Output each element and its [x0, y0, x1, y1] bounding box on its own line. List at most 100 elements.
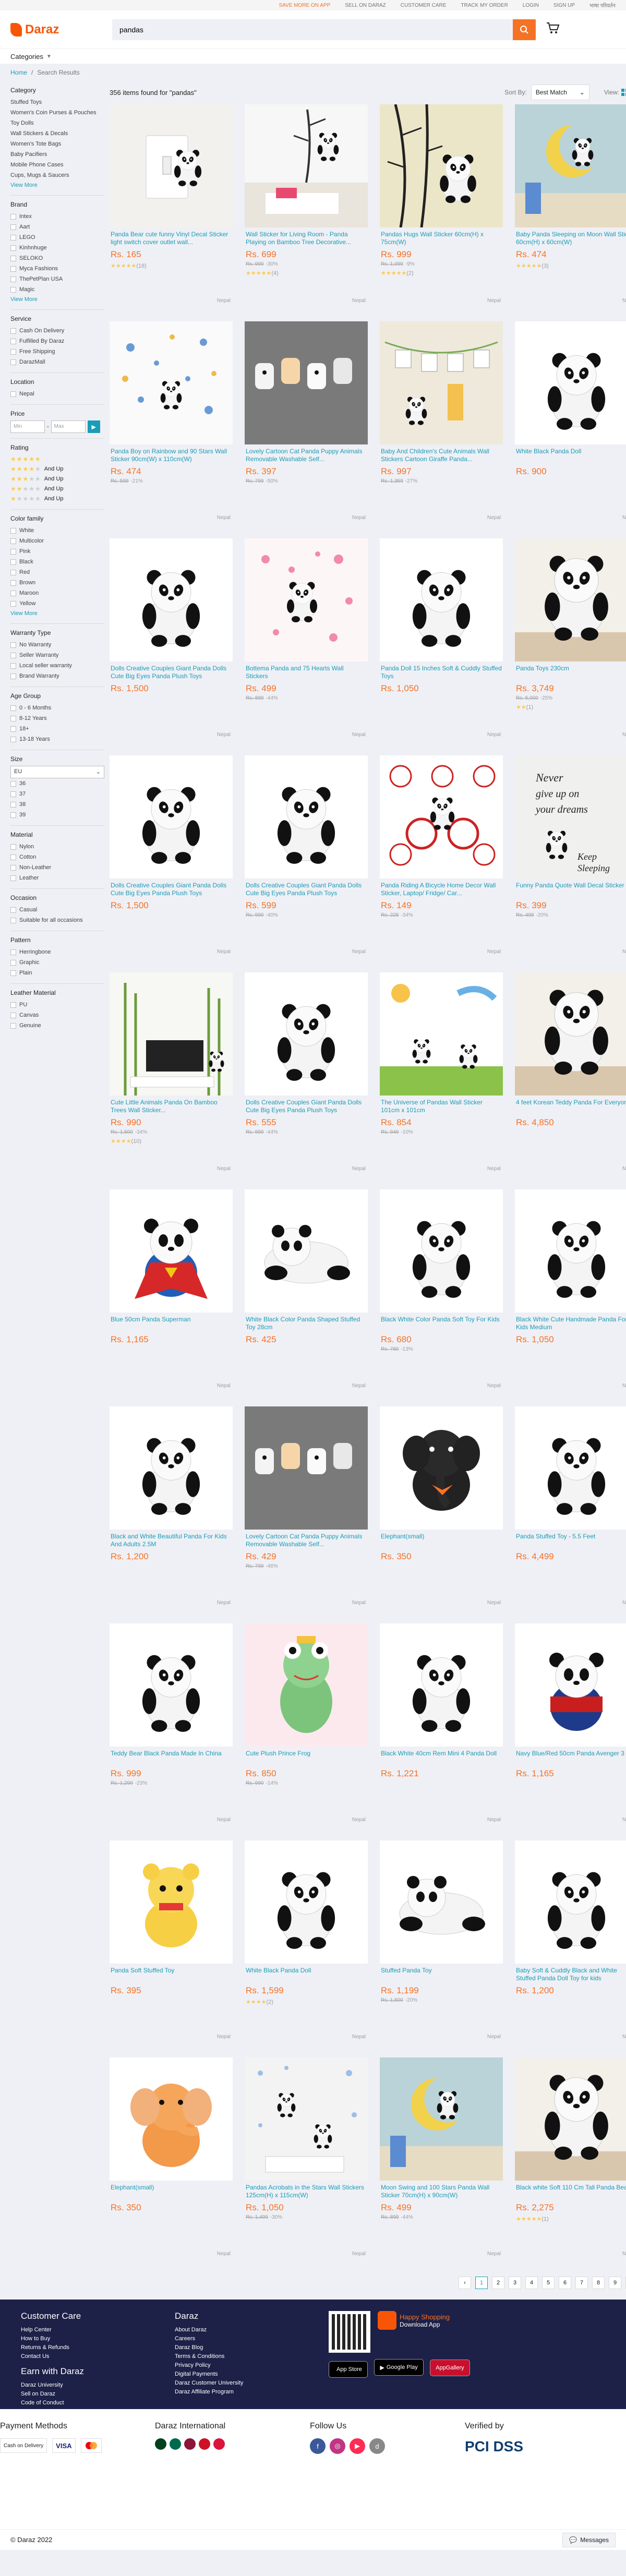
cart-button[interactable] — [546, 22, 560, 37]
product-image[interactable] — [515, 1189, 626, 1313]
product-card[interactable]: White Black Panda Doll Rs. 900 Nepal — [515, 321, 626, 530]
rating-filter-option[interactable]: ★★★★★ And Up — [10, 484, 104, 494]
page-6-button[interactable]: 6 — [559, 2277, 571, 2289]
product-image[interactable] — [380, 972, 503, 1096]
product-card[interactable]: Panda Toys 230cm Rs. 3,749 Rs. 5,000 -25% ★★… — [515, 538, 626, 747]
search-input[interactable] — [112, 19, 513, 40]
rating-filter-option[interactable]: ★★★★★ And Up — [10, 494, 104, 504]
product-title[interactable]: Cute Little Animals Panda On Bamboo Tree… — [111, 1099, 232, 1114]
page-4-button[interactable]: 4 — [525, 2277, 538, 2289]
product-card[interactable]: Dolls Creative Couples Giant Panda Dolls… — [110, 538, 233, 747]
product-card[interactable]: Black White Color Panda Soft Toy For Kid… — [380, 1189, 503, 1398]
product-image[interactable] — [515, 1623, 626, 1747]
pakistan-flag-icon[interactable] — [155, 2438, 166, 2450]
product-card[interactable]: Black White Cute Handmade Panda For Kids… — [515, 1189, 626, 1398]
product-title[interactable]: Wall Sticker for Living Room - Panda Pla… — [246, 231, 367, 246]
footer-earn-link[interactable]: Code of Conduct — [21, 2399, 175, 2408]
product-title[interactable]: Black White 40cm Rem Mini 4 Panda Doll — [381, 1750, 502, 1765]
footer-daraz-link[interactable]: Privacy Policy — [175, 2361, 329, 2370]
product-title[interactable]: Baby And Children's Cute Animals Wall St… — [381, 448, 502, 463]
filter-size-option[interactable]: 37 — [10, 789, 104, 799]
product-image[interactable] — [515, 104, 626, 227]
product-image[interactable] — [110, 321, 233, 444]
product-card[interactable]: Panda Bear cute funny Vinyl Decal Sticke… — [110, 104, 233, 313]
product-title[interactable]: Panda Bear cute funny Vinyl Decal Sticke… — [111, 231, 232, 246]
page-2-button[interactable]: 2 — [492, 2277, 504, 2289]
filter-material-option[interactable]: Non-Leather — [10, 862, 104, 873]
search-button[interactable] — [513, 19, 536, 40]
product-card[interactable]: Lovely Cartoon Cat Panda Puppy Animals R… — [245, 321, 368, 530]
product-image[interactable] — [245, 1840, 368, 1964]
filter-category-item[interactable]: Wall Stickers & Decals — [10, 128, 104, 139]
product-title[interactable]: Bottema Panda and 75 Hearts Wall Sticker… — [246, 665, 367, 680]
product-image[interactable]: Never give up on your dreams Keep Sleeping — [515, 755, 626, 878]
product-image[interactable] — [110, 1406, 233, 1530]
filter-pattern-option[interactable]: Plain — [10, 968, 104, 978]
product-card[interactable]: Dolls Creative Couples Giant Panda Dolls… — [110, 755, 233, 964]
product-card[interactable]: The Universe of Pandas Wall Sticker 101c… — [380, 972, 503, 1181]
product-card[interactable]: Dolls Creative Couples Giant Panda Dolls… — [245, 755, 368, 964]
product-image[interactable] — [515, 972, 626, 1096]
product-image[interactable] — [245, 755, 368, 878]
product-card[interactable]: Never give up on your dreams Keep Sleeping F… — [515, 755, 626, 964]
footer-daraz-link[interactable]: Daraz Affiliate Program — [175, 2388, 329, 2397]
myanmar-flag-icon[interactable] — [199, 2438, 210, 2450]
product-title[interactable]: Dolls Creative Couples Giant Panda Dolls… — [246, 1099, 367, 1114]
product-image[interactable] — [245, 538, 368, 661]
filter-leather-option[interactable]: Canvas — [10, 1010, 104, 1020]
breadcrumb-home[interactable]: Home — [10, 69, 27, 76]
filter-size-option[interactable]: 36 — [10, 778, 104, 789]
view-more-link[interactable]: View More — [10, 609, 104, 618]
filter-warranty-option[interactable]: Brand Warranty — [10, 671, 104, 681]
product-card[interactable]: Baby And Children's Cute Animals Wall St… — [380, 321, 503, 530]
footer-earn-link[interactable]: Sell on Daraz — [21, 2390, 175, 2399]
product-title[interactable]: Black and White Beautiful Panda For Kids… — [111, 1533, 232, 1548]
signup-link[interactable]: SIGN UP — [553, 3, 575, 8]
product-title[interactable]: Pandas Hugs Wall Sticker 60cm(H) x 75cm(… — [381, 231, 502, 246]
filter-category-item[interactable]: Cups, Mugs & Saucers — [10, 170, 104, 180]
filter-age-option[interactable]: 8-12 Years — [10, 713, 104, 724]
filter-brand-option[interactable]: ThePetPlan USA — [10, 274, 104, 284]
filter-service-option[interactable]: Fulfilled By Daraz — [10, 336, 104, 346]
product-image[interactable] — [380, 104, 503, 227]
daraz-logo[interactable]: Daraz — [10, 22, 112, 37]
product-card[interactable]: Elephant(small) Rs. 350 Nepal — [380, 1406, 503, 1615]
product-image[interactable] — [380, 1623, 503, 1747]
filter-category-item[interactable]: Stuffed Toys — [10, 97, 104, 107]
filter-warranty-option[interactable]: Local seller warranty — [10, 660, 104, 671]
language-switch[interactable]: भाषा परिवर्तन — [589, 2, 616, 9]
footer-daraz-link[interactable]: Daraz Blog — [175, 2343, 329, 2352]
product-title[interactable]: Elephant(small) — [381, 1533, 502, 1548]
filter-brand-option[interactable]: Intex — [10, 211, 104, 222]
product-card[interactable]: Navy Blue/Red 50cm Panda Avenger 3 Rs. 1,… — [515, 1623, 626, 1832]
messages-button[interactable]: 💬 Messages — [562, 2532, 616, 2547]
rating-filter-option[interactable]: ★★★★★ And Up — [10, 464, 104, 474]
price-min-input[interactable]: Min — [10, 420, 45, 433]
product-title[interactable]: Navy Blue/Red 50cm Panda Avenger 3 — [516, 1750, 626, 1765]
product-image[interactable] — [380, 1406, 503, 1530]
product-image[interactable] — [515, 1840, 626, 1964]
filter-color-option[interactable]: White — [10, 525, 104, 536]
filter-brand-option[interactable]: SELOKO — [10, 253, 104, 263]
size-system-select[interactable]: EU ⌄ — [10, 766, 104, 778]
product-image[interactable] — [110, 1189, 233, 1313]
sort-select[interactable]: Best Match ⌄ — [531, 85, 589, 100]
filter-service-option[interactable]: Cash On Delivery — [10, 326, 104, 336]
footer-daraz-link[interactable]: Careers — [175, 2334, 329, 2343]
filter-brand-option[interactable]: Magic — [10, 284, 104, 295]
product-title[interactable]: The Universe of Pandas Wall Sticker 101c… — [381, 1099, 502, 1114]
grid-view-icon[interactable] — [621, 89, 626, 96]
filter-age-option[interactable]: 0 - 6 Months — [10, 703, 104, 713]
product-title[interactable]: Black White Cute Handmade Panda For Kids… — [516, 1316, 626, 1331]
product-title[interactable]: Stuffed Panda Toy — [381, 1967, 502, 1982]
product-image[interactable] — [110, 1623, 233, 1747]
product-image[interactable] — [380, 2057, 503, 2181]
filter-category-item[interactable]: Women's Tote Bags — [10, 139, 104, 149]
page-3-button[interactable]: 3 — [509, 2277, 521, 2289]
product-card[interactable]: Bottema Panda and 75 Hearts Wall Sticker… — [245, 538, 368, 747]
filter-color-option[interactable]: Brown — [10, 577, 104, 588]
product-title[interactable]: Teddy Bear Black Panda Made In China — [111, 1750, 232, 1765]
save-more-link[interactable]: SAVE MORE ON APP — [279, 3, 331, 8]
product-card[interactable]: Panda Doll 15 Inches Soft & Cuddly Stuff… — [380, 538, 503, 747]
product-image[interactable] — [515, 2057, 626, 2181]
